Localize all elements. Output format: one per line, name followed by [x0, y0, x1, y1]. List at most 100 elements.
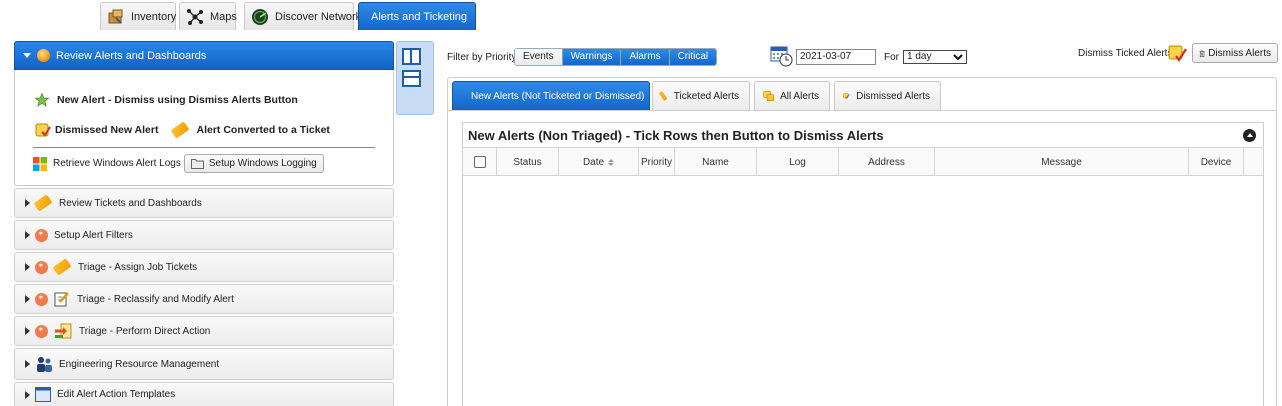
- direct-action-icon: [55, 323, 72, 339]
- accordion-setup-alert-filters[interactable]: Setup Alert Filters: [14, 220, 394, 250]
- expand-arrow-icon: [25, 360, 30, 368]
- network-map-icon: [186, 8, 204, 26]
- expand-arrow-icon: [25, 390, 30, 399]
- tab-label: Discover Network: [275, 10, 362, 23]
- accordion-title: Edit Alert Action Templates: [57, 389, 176, 400]
- filter-icon: [35, 228, 48, 242]
- legend-converted-text: Alert Converted to a Ticket: [196, 124, 330, 136]
- grid-title: New Alerts (Non Triaged) - Tick Rows the…: [468, 127, 884, 143]
- filter-alarms-button[interactable]: Alarms: [621, 49, 670, 65]
- expand-arrow-icon: [23, 53, 31, 58]
- dismissed-alert-icon: [35, 123, 51, 137]
- dismissed-alert-icon: [1168, 45, 1187, 62]
- accordion-assign-job-tickets[interactable]: Triage - Assign Job Tickets: [14, 252, 394, 282]
- accordion-edit-action-templates[interactable]: Edit Alert Action Templates: [14, 382, 394, 406]
- column-priority[interactable]: Priority: [639, 148, 675, 176]
- tab-inventory[interactable]: Inventory: [100, 2, 176, 30]
- for-label: For: [884, 52, 899, 63]
- windows-logs-label: Retrieve Windows Alert Logs: [53, 158, 181, 169]
- column-device[interactable]: Device: [1189, 148, 1244, 176]
- template-window-icon: [35, 387, 51, 402]
- split-vertical-icon[interactable]: [402, 48, 421, 65]
- tab-alerts-and-ticketing[interactable]: Alerts and Ticketing: [358, 2, 476, 30]
- column-log[interactable]: Log: [757, 148, 839, 176]
- accordion-title: Review Tickets and Dashboards: [59, 197, 202, 209]
- collapse-up-icon[interactable]: [1243, 129, 1256, 142]
- layout-toggle[interactable]: [396, 41, 434, 115]
- column-address[interactable]: Address: [839, 148, 935, 176]
- ticket-icon: [33, 194, 53, 212]
- subtab-label: New Alerts (Not Ticketed or Dismissed): [471, 90, 645, 102]
- tab-label: Alerts and Ticketing: [371, 10, 467, 23]
- ticket-icon: [52, 258, 72, 276]
- expand-arrow-icon: [25, 263, 30, 271]
- legend-dismissed-text: Dismissed New Alert: [55, 124, 159, 136]
- filter-icon: [35, 260, 48, 274]
- split-horizontal-icon[interactable]: [402, 70, 421, 87]
- column-message[interactable]: Message: [935, 148, 1189, 176]
- accordion-title: Setup Alert Filters: [54, 229, 133, 241]
- period-select[interactable]: 1 day: [903, 50, 967, 64]
- select-all-checkbox[interactable]: [473, 156, 486, 168]
- alert-orb-icon: [37, 49, 50, 62]
- expand-arrow-icon: [25, 231, 30, 239]
- column-name[interactable]: Name: [675, 148, 757, 176]
- divider: [33, 147, 375, 148]
- filter-events-button[interactable]: Events: [515, 49, 563, 65]
- edit-note-icon: [54, 292, 69, 307]
- tab-label: Maps: [210, 10, 237, 23]
- tab-maps[interactable]: Maps: [179, 2, 237, 30]
- legend-row-2: Dismissed New Alert Alert Converted to a…: [35, 121, 330, 139]
- expand-arrow-icon: [25, 199, 30, 207]
- tab-discover-network[interactable]: Discover Network: [244, 2, 361, 30]
- expand-arrow-icon: [25, 327, 30, 335]
- accordion-review-tickets[interactable]: Review Tickets and Dashboards: [14, 188, 394, 218]
- sort-icon: [608, 158, 615, 166]
- accordion-reclassify-alert[interactable]: Triage - Reclassify and Modify Alert: [14, 284, 394, 314]
- accordion-title: Review Alerts and Dashboards: [56, 49, 207, 62]
- alerts-grid: New Alerts (Non Triaged) - Tick Rows the…: [462, 122, 1264, 406]
- column-label: Date: [582, 156, 605, 168]
- grid-title-bar: New Alerts (Non Triaged) - Tick Rows the…: [463, 123, 1263, 148]
- dismissed-alert-icon: [843, 93, 850, 99]
- setup-windows-logging-button[interactable]: Setup Windows Logging: [183, 154, 324, 173]
- subtab-all-alerts[interactable]: All Alerts: [754, 81, 830, 110]
- accordion-review-alerts: Review Alerts and Dashboards New Alert -…: [14, 41, 394, 186]
- people-icon: [37, 357, 52, 372]
- priority-filter: Events Warnings Alarms Critical: [514, 48, 718, 66]
- stacked-alerts-icon: [763, 90, 775, 102]
- accordion-title: Triage - Reclassify and Modify Alert: [77, 293, 234, 305]
- subtab-dismissed-alerts[interactable]: Dismissed Alerts: [834, 81, 941, 110]
- setup-windows-logging-label: Setup Windows Logging: [208, 158, 317, 169]
- subtab-ticketed-alerts[interactable]: Ticketed Alerts: [652, 81, 750, 110]
- green-star-icon: [35, 93, 49, 107]
- legend-new-alert: New Alert - Dismiss using Dismiss Alerts…: [35, 93, 298, 107]
- subtab-new-alerts[interactable]: New Alerts (Not Ticketed or Dismissed): [452, 81, 650, 110]
- filter-icon: [35, 324, 48, 338]
- dismiss-ticked-label: Dismiss Ticked Alerts:: [1078, 48, 1176, 59]
- column-status[interactable]: Status: [497, 148, 559, 176]
- calendar-icon[interactable]: [770, 45, 794, 67]
- date-input[interactable]: 2021-03-07: [796, 49, 876, 65]
- expand-arrow-icon: [25, 295, 30, 303]
- accordion-engineering-resources[interactable]: Engineering Resource Management: [14, 348, 394, 380]
- windows-logo-icon: [33, 156, 47, 171]
- windows-logs-row: Retrieve Windows Alert Logs Setup Window…: [33, 154, 324, 173]
- column-date[interactable]: Date: [559, 148, 639, 176]
- select-all-cell: [463, 148, 497, 176]
- tab-label: Inventory: [131, 10, 177, 23]
- ticket-icon: [171, 121, 190, 139]
- legend-new-alert-text: New Alert - Dismiss using Dismiss Alerts…: [57, 94, 298, 106]
- accordion-header-review-alerts[interactable]: Review Alerts and Dashboards: [14, 41, 394, 70]
- accordion-title: Triage - Assign Job Tickets: [78, 261, 198, 273]
- subtab-label: Dismissed Alerts: [856, 90, 930, 102]
- grid-header: Status Date Priority Name Log Address Me…: [463, 148, 1263, 176]
- filter-critical-button[interactable]: Critical: [669, 49, 717, 65]
- filter-warnings-button[interactable]: Warnings: [562, 49, 622, 65]
- accordion-perform-direct-action[interactable]: Triage - Perform Direct Action: [14, 316, 394, 346]
- dismiss-alerts-label: Dismiss Alerts: [1208, 47, 1271, 59]
- filter-label: Filter by Priority:: [447, 52, 520, 63]
- trash-icon: [1199, 49, 1205, 57]
- dismiss-alerts-button[interactable]: Dismiss Alerts: [1192, 43, 1278, 63]
- accordion-title: Engineering Resource Management: [59, 358, 220, 370]
